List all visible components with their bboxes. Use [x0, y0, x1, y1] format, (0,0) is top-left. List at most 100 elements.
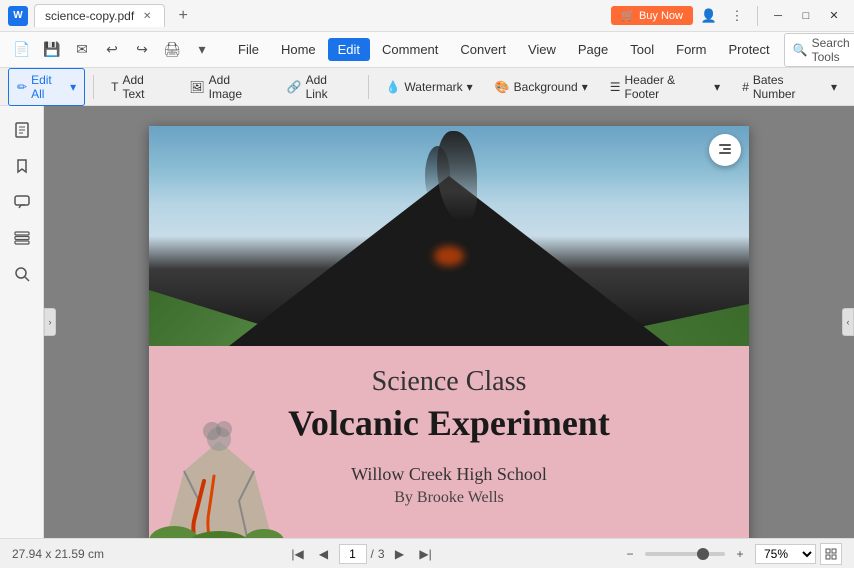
page-separator: / — [371, 547, 374, 561]
sidebar-icon-layers[interactable] — [6, 222, 38, 254]
separator — [757, 6, 758, 26]
total-pages: 3 — [378, 547, 385, 561]
minimize-button[interactable]: ─ — [766, 4, 790, 28]
left-collapse-toggle[interactable]: › — [44, 308, 56, 336]
pdf-content-section: Science Class Volcanic Experiment Willow… — [149, 346, 749, 538]
add-text-icon: T — [111, 80, 118, 94]
toolbar: ✏ Edit All ▾ T Add Text 🖼 Add Image 🔗 Ad… — [0, 68, 854, 106]
menu-protect[interactable]: Protect — [718, 38, 779, 61]
menu-dots-icon[interactable]: ⋮ — [725, 4, 749, 28]
edit-all-label: Edit All — [31, 73, 66, 101]
bates-number-button[interactable]: # Bates Number ▾ — [733, 68, 846, 106]
right-collapse-toggle[interactable]: ‹ — [842, 308, 854, 336]
floating-edit-button[interactable] — [709, 134, 741, 166]
zoom-slider-thumb — [697, 548, 709, 560]
nav-icon-undo[interactable]: ↩ — [98, 36, 126, 64]
watermark-dropdown-icon: ▾ — [467, 80, 473, 94]
toolbar-sep-2 — [368, 75, 369, 99]
menu-edit[interactable]: Edit — [328, 38, 370, 61]
menu-comment[interactable]: Comment — [372, 38, 448, 61]
add-image-label: Add Image — [209, 73, 265, 101]
menu-bar: 📄 💾 ✉ ↩ ↪ 🖨 ▾ File Home Edit Comment Con… — [0, 32, 854, 68]
header-footer-label: Header & Footer — [624, 73, 710, 101]
header-footer-button[interactable]: ☰ Header & Footer ▾ — [601, 68, 729, 106]
background-label: Background — [514, 80, 578, 94]
zoom-out-button[interactable]: − — [619, 543, 641, 565]
sidebar-icon-bookmarks[interactable] — [6, 150, 38, 182]
sidebar-icon-pages[interactable] — [6, 114, 38, 146]
add-image-button[interactable]: 🖼 Add Image — [180, 68, 273, 106]
nav-icon-redo[interactable]: ↪ — [128, 36, 156, 64]
header-footer-icon: ☰ — [610, 80, 621, 94]
title-bar-left: W science-copy.pdf ✕ + — [8, 4, 611, 28]
add-link-icon: 🔗 — [287, 80, 302, 94]
zoom-controls: − + 75% 50% 100% 125% 150% — [619, 543, 842, 565]
buy-now-label: Buy Now — [639, 10, 683, 22]
status-bar: 27.94 x 21.59 cm |◀ ◀ / 3 ▶ ▶| − + 75% 5… — [0, 538, 854, 568]
bates-number-label: Bates Number — [753, 73, 827, 101]
search-tools-area[interactable]: 🔍 Search Tools — [784, 33, 854, 67]
nav-icon-save[interactable]: 💾 — [38, 36, 66, 64]
menu-file[interactable]: File — [228, 38, 269, 61]
user-icon[interactable]: 👤 — [697, 4, 721, 28]
bates-number-icon: # — [742, 80, 749, 94]
edit-all-button[interactable]: ✏ Edit All ▾ — [8, 68, 85, 106]
nav-icon-dropdown[interactable]: ▾ — [188, 36, 216, 64]
zoom-in-button[interactable]: + — [729, 543, 751, 565]
nav-icon-email[interactable]: ✉ — [68, 36, 96, 64]
title-bar-controls: 🛒 Buy Now 👤 ⋮ ─ □ ✕ — [611, 4, 846, 28]
nav-icon-print[interactable]: 🖨 — [158, 36, 186, 64]
title-bar: W science-copy.pdf ✕ + 🛒 Buy Now 👤 ⋮ ─ □… — [0, 0, 854, 32]
add-link-button[interactable]: 🔗 Add Link — [278, 68, 360, 106]
close-button[interactable]: ✕ — [822, 4, 846, 28]
nav-icon-file-open[interactable]: 📄 — [8, 36, 36, 64]
file-icons: 📄 💾 ✉ ↩ ↪ 🖨 ▾ — [8, 36, 216, 64]
zoom-slider[interactable] — [645, 552, 725, 556]
search-tools-label: Search Tools — [812, 36, 850, 64]
menu-view[interactable]: View — [518, 38, 566, 61]
menu-home[interactable]: Home — [271, 38, 326, 61]
cart-icon: 🛒 — [621, 9, 635, 22]
edit-all-icon: ✏ — [17, 80, 27, 94]
zoom-dropdown[interactable]: 75% 50% 100% 125% 150% — [755, 544, 816, 564]
new-tab-button[interactable]: + — [171, 4, 195, 28]
last-page-button[interactable]: ▶| — [415, 543, 437, 565]
tab-close-button[interactable]: ✕ — [140, 9, 154, 23]
menu-page[interactable]: Page — [568, 38, 618, 61]
pdf-page: Science Class Volcanic Experiment Willow… — [149, 126, 749, 538]
page-navigation: |◀ ◀ / 3 ▶ ▶| — [112, 543, 611, 565]
left-sidebar — [0, 106, 44, 538]
prev-page-button[interactable]: ◀ — [313, 543, 335, 565]
content-area: › ‹ — [44, 106, 854, 538]
sidebar-icon-comments[interactable] — [6, 186, 38, 218]
app-icon: W — [8, 6, 28, 26]
menu-convert[interactable]: Convert — [450, 38, 516, 61]
fit-page-button[interactable] — [820, 543, 842, 565]
watermark-button[interactable]: 💧 Watermark ▾ — [376, 75, 481, 99]
current-page-input[interactable] — [339, 544, 367, 564]
sidebar-icon-search[interactable] — [6, 258, 38, 290]
watermark-icon: 💧 — [385, 80, 400, 94]
search-icon: 🔍 — [793, 43, 808, 57]
maximize-button[interactable]: □ — [794, 4, 818, 28]
pdf-volcano-image — [149, 126, 749, 346]
lava-glow — [434, 246, 464, 266]
first-page-button[interactable]: |◀ — [287, 543, 309, 565]
volcano-illustration — [149, 391, 294, 538]
menu-form[interactable]: Form — [666, 38, 716, 61]
tab-filename: science-copy.pdf — [45, 9, 134, 23]
watermark-label: Watermark — [404, 80, 462, 94]
active-tab[interactable]: science-copy.pdf ✕ — [34, 4, 165, 27]
background-button[interactable]: 🎨 Background ▾ — [486, 75, 597, 99]
edit-all-dropdown-icon: ▾ — [70, 80, 76, 94]
menu-tool[interactable]: Tool — [620, 38, 664, 61]
add-text-button[interactable]: T Add Text — [102, 68, 176, 106]
add-image-icon: 🖼 — [189, 80, 204, 94]
main-layout: › ‹ — [0, 106, 854, 538]
buy-now-button[interactable]: 🛒 Buy Now — [611, 6, 693, 25]
next-page-button[interactable]: ▶ — [389, 543, 411, 565]
add-link-label: Add Link — [306, 73, 351, 101]
background-icon: 🎨 — [495, 80, 510, 94]
bates-number-dropdown-icon: ▾ — [831, 80, 837, 94]
toolbar-sep-1 — [93, 75, 94, 99]
